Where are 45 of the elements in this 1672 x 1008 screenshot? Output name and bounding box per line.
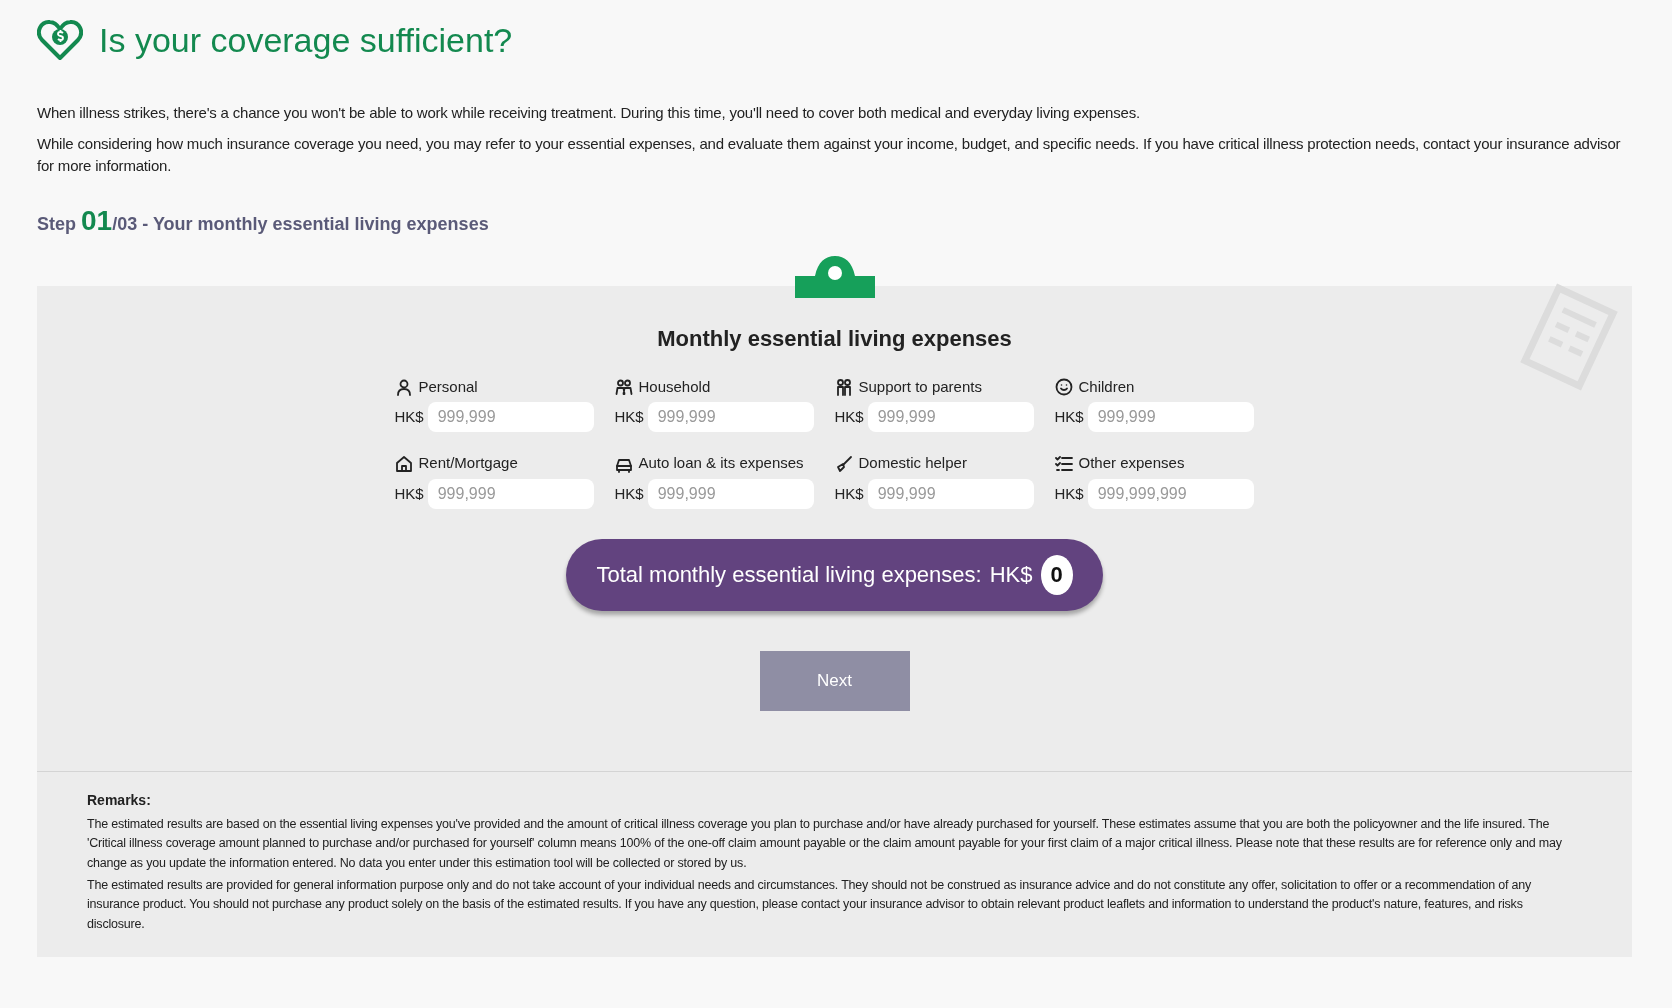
amount-input[interactable]: 999,999 [867, 478, 1034, 509]
currency-label: HK$ [1054, 407, 1084, 428]
checklist-icon [1054, 454, 1073, 473]
total-label: Total monthly essential living expenses: [596, 561, 982, 590]
currency-label: HK$ [394, 483, 424, 504]
field-label: Other expenses [1078, 453, 1185, 474]
field-label: Support to parents [858, 376, 982, 397]
step-label: Step [37, 213, 76, 234]
panel-heading: Monthly essential living expenses [657, 325, 1012, 352]
amount-input[interactable]: 999,999 [1087, 402, 1254, 433]
page-title: Is your coverage sufficient? [99, 19, 513, 61]
brush-icon [834, 454, 853, 473]
smiley-icon [1054, 378, 1073, 397]
total-currency: HK$ [989, 561, 1033, 590]
remarks-title: Remarks: [87, 790, 152, 810]
field-label: Rent/Mortgage [418, 453, 518, 474]
currency-label: HK$ [834, 407, 864, 428]
currency-label: HK$ [394, 407, 424, 428]
amount-input[interactable]: 999,999 [427, 478, 594, 509]
currency-label: HK$ [614, 407, 644, 428]
field-label: Personal [418, 376, 478, 397]
people-icon [614, 378, 633, 397]
field-label: Household [638, 376, 711, 397]
currency-label: HK$ [1054, 483, 1084, 504]
remarks-paragraph: The estimated results are provided for general information purpose only and do not take account of your individual needs and circumstances. They should not be construed as insurance advice and do not constitute any offer, solicitation to offer or a recommendation of any insurance product. You should not purchase any product solely on the basis of the estimated results. If you have any question, please contact your insurance advisor to obtain relevant product leaflets and information to understand the product's nature, features, and risks disclosure. [87, 877, 1533, 933]
field-label: Children [1078, 376, 1135, 397]
intro-paragraph: When illness strikes, there's a chance you won't be able to work while receiving treatment. During this time, you'll need to cover both medical and everyday living expenses. [37, 103, 1141, 123]
intro-paragraph: While considering how much insurance coverage you need, you may refer to your essential expenses, and evaluate them against your income, budget, and specific needs. If you have critical illness protection needs, contact your insurance advisor for more information. [37, 133, 1622, 176]
amount-input[interactable]: 999,999 [867, 402, 1034, 433]
people-icon [834, 378, 853, 397]
amount-input[interactable]: 999,999 [427, 402, 594, 433]
person-icon [394, 378, 413, 397]
remarks-paragraph: The estimated results are based on the essential living expenses you've provided and the amount of critical illness coverage you plan to purchase and/or have already purchased for yourself. These estimates assume that you are both the policyowner and the life insured. The 'Critical illness coverage amount planned to purchase and/or purchased for yourself' column means 100% of the one-off claim amount payable or the claim amount payable for your first claim of a major critical illness. Please note that these results are for reference only and may change as you update the information entered. No data you enter under this estimation tool will be collected or stored by us. [87, 815, 1563, 872]
amount-input[interactable]: 999,999,999 [1087, 478, 1254, 509]
total-value: 0 [1040, 554, 1073, 595]
field-label: Domestic helper [858, 453, 967, 474]
heart-dollar-icon [37, 18, 83, 62]
step-title: /03 - Your monthly essential living expenses [112, 213, 489, 234]
currency-label: HK$ [834, 483, 864, 504]
amount-input[interactable]: 999,999 [647, 478, 814, 509]
step-number: 01 [81, 204, 113, 236]
house-icon [394, 454, 413, 473]
field-label: Auto loan & its expenses [638, 453, 804, 474]
currency-label: HK$ [614, 483, 644, 504]
amount-input[interactable]: 999,999 [647, 402, 814, 433]
